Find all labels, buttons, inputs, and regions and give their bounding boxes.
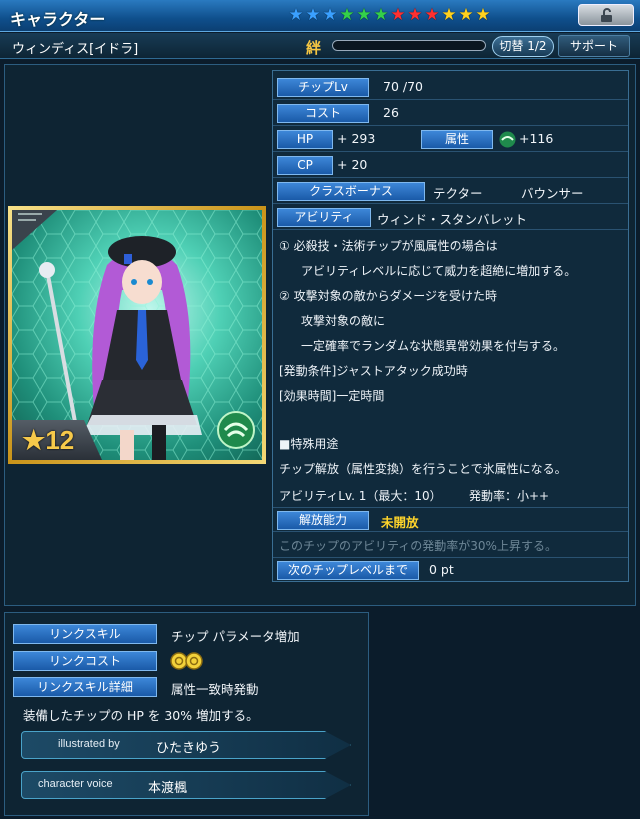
ability-desc-line: 一定確率でランダムな状態異常効果を付与する。 xyxy=(301,339,566,353)
class-bonus-2: バウンサー xyxy=(521,186,584,201)
trigger-condition: [発動条件]ジャストアタック成功時 xyxy=(279,364,468,378)
chip-lv-value: 70 /70 xyxy=(383,79,423,94)
link-skill-value: チップ パラメータ増加 xyxy=(171,629,300,644)
effect-duration: [効果時間]一定時間 xyxy=(279,389,385,403)
support-button[interactable]: サポート xyxy=(558,35,630,57)
bond-icon: 絆 xyxy=(306,39,322,57)
voice-actor-name: 本渡楓 xyxy=(148,781,188,796)
link-skill-label: リンクスキル xyxy=(13,624,157,644)
cost-value: 26 xyxy=(383,105,399,120)
next-level-value: 0 pt xyxy=(429,562,454,577)
illustrator-credit: illustrated by ひたきゆう xyxy=(21,731,351,759)
link-skill-panel: リンクスキル チップ パラメータ増加 リンクコスト リンクスキル詳細 属性一致時… xyxy=(4,612,369,816)
star-icon: ★ xyxy=(305,5,321,25)
star-icon: ★ xyxy=(322,5,338,25)
character-artwork: ★12 xyxy=(12,210,262,460)
star-icon: ★ xyxy=(390,5,406,25)
ability-desc-line: ② 攻撃対象の敵からダメージを受けた時 xyxy=(279,289,497,303)
release-label: 解放能力 xyxy=(277,511,369,530)
next-level-row: 次のチップレベルまで 0 pt xyxy=(273,557,628,582)
star-icon: ★ xyxy=(22,425,46,455)
attribute-label: 属性 xyxy=(421,130,493,149)
cp-row: CP + 20 xyxy=(273,153,628,178)
chip-portrait: ★12 xyxy=(8,206,266,464)
unlock-icon xyxy=(601,8,612,22)
activation-rate: 発動率：小++ xyxy=(469,489,550,503)
lock-toggle-button[interactable] xyxy=(578,4,634,26)
ability-value: ウィンド・スタンバレット xyxy=(377,212,528,227)
ability-desc-line: アビリティレベルに応じて威力を超絶に増加する。 xyxy=(301,264,577,278)
ability-desc-line: 攻撃対象の敵に xyxy=(301,314,386,328)
star-icon: ★ xyxy=(356,5,372,25)
attribute-value: +116 xyxy=(519,131,554,146)
hp-value: + 293 xyxy=(337,131,376,146)
voice-credit: character voice 本渡楓 xyxy=(21,771,351,799)
cp-value: + 20 xyxy=(337,157,368,172)
cost-row: コスト 26 xyxy=(273,101,628,126)
star-icon: ★ xyxy=(288,5,304,25)
switch-page-button[interactable]: 切替 1/2 xyxy=(492,36,554,57)
rarity-stars: ★ ★ ★ ★ ★ ★ ★ ★ ★ ★ ★ ★ xyxy=(288,5,491,25)
link-detail-label: リンクスキル詳細 xyxy=(13,677,157,697)
star-icon: ★ xyxy=(407,5,423,25)
ability-level: アビリティLv. 1（最大：10） xyxy=(279,489,442,503)
chip-name: ウィンディス[イドラ] xyxy=(12,42,139,57)
star-icon: ★ xyxy=(339,5,355,25)
star-icon: ★ xyxy=(424,5,440,25)
star-icon: ★ xyxy=(458,5,474,25)
link-detail-value: 属性一致時発動 xyxy=(171,682,259,697)
illustrator-label: illustrated by xyxy=(58,738,120,750)
bond-gauge xyxy=(332,40,486,51)
ability-row: アビリティ ウィンド・スタンバレット xyxy=(273,205,628,230)
cost-label: コスト xyxy=(277,104,369,123)
star-icon: ★ xyxy=(441,5,457,25)
link-cost-label: リンクコスト xyxy=(13,651,157,671)
star-icon: ★ xyxy=(373,5,389,25)
chip-lv-label: チップLv xyxy=(277,78,369,97)
cp-label: CP xyxy=(277,156,333,175)
hp-label: HP xyxy=(277,130,333,149)
release-status: 未開放 xyxy=(381,515,419,530)
class-bonus-label: クラスボーナス xyxy=(277,182,425,201)
wind-element-icon xyxy=(216,410,256,454)
stats-panel: チップLv 70 /70 コスト 26 HP + 293 属性 +116 CP … xyxy=(272,70,629,582)
ability-desc-line: ① 必殺技・法術チップが風属性の場合は xyxy=(279,239,498,253)
star-icon: ★ xyxy=(475,5,491,25)
voice-label: character voice xyxy=(38,778,113,790)
special-use-text: チップ解放（属性変換）を行うことで氷属性になる。 xyxy=(279,462,567,476)
rarity-level: ★12 xyxy=(22,425,75,455)
illustrator-name: ひたきゆう xyxy=(156,741,222,756)
page-title: キャラクター xyxy=(10,12,106,29)
link-cost-coin-icon xyxy=(169,651,205,675)
next-level-label: 次のチップレベルまで xyxy=(277,561,419,580)
class-bonus-row: クラスボーナス テクター バウンサー xyxy=(273,179,628,204)
release-desc: このチップのアビリティの発動率が30%上昇する。 xyxy=(279,539,557,553)
hp-row: HP + 293 属性 +116 xyxy=(273,127,628,152)
link-detail-desc: 装備したチップの HP を 30% 増加する。 xyxy=(23,708,259,723)
class-bonus-1: テクター xyxy=(433,186,483,201)
release-row: 解放能力 未開放 xyxy=(273,507,628,532)
ability-label: アビリティ xyxy=(277,208,371,227)
special-use-heading: ■特殊用途 xyxy=(279,437,339,451)
chip-lv-row: チップLv 70 /70 xyxy=(273,75,628,100)
wind-element-icon xyxy=(499,131,516,152)
